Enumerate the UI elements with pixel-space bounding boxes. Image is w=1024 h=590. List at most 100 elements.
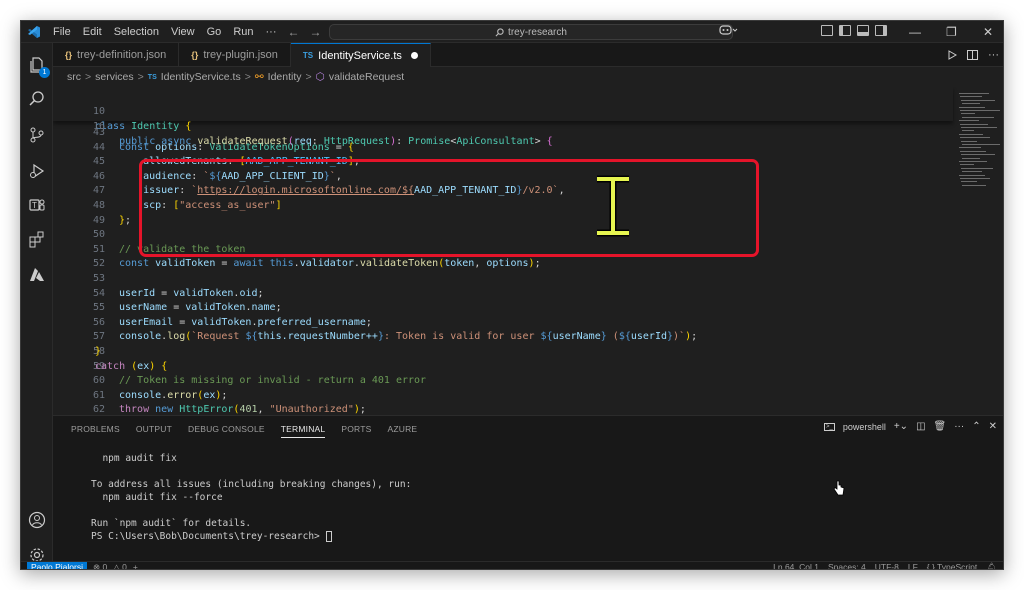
line-number: 48 [92, 200, 105, 211]
terminal-prompt-line[interactable]: PS C:\Users\Bob\Documents\trey-research> [91, 530, 332, 543]
line-number: 46 [92, 170, 105, 182]
code-text: userId = validToken.oid; [119, 287, 264, 299]
tab-debug-console[interactable]: DEBUG CONSOLE [188, 424, 265, 438]
tab-output[interactable]: OUTPUT [136, 424, 172, 438]
back-arrow-icon[interactable]: ← [283, 25, 305, 39]
minimap-line [960, 123, 988, 125]
code-line: 58} [53, 344, 953, 359]
azure-icon[interactable] [27, 265, 47, 285]
status-warnings[interactable]: △ 0 [113, 562, 127, 569]
command-center-search[interactable]: trey-research [329, 24, 733, 40]
notifications-bell-icon[interactable]: 🔔︎ [986, 562, 997, 569]
accounts-icon[interactable] [27, 510, 47, 530]
explorer-icon[interactable]: 1 [27, 55, 50, 78]
run-file-icon[interactable] [947, 50, 957, 60]
customize-layout-icon[interactable] [821, 25, 833, 36]
unsaved-dot-icon[interactable] [410, 52, 418, 59]
status-add[interactable]: + [133, 562, 138, 569]
menu-more[interactable]: ··· [260, 21, 283, 43]
toggle-secondary-sidebar-icon[interactable] [875, 25, 887, 36]
tab-problems[interactable]: PROBLEMS [71, 424, 120, 438]
minimap-line [959, 147, 981, 149]
encoding[interactable]: UTF-8 [875, 562, 899, 569]
close-button[interactable]: ✕ [983, 21, 993, 43]
menu-selection[interactable]: Selection [108, 21, 165, 43]
menu-file[interactable]: File [47, 21, 77, 43]
layout-controls [821, 25, 887, 36]
line-ending[interactable]: LF [908, 562, 918, 569]
tab-trey-definition[interactable]: {} trey-definition.json [53, 43, 180, 67]
breadcrumb-class[interactable]: Identity [268, 71, 302, 83]
code-line: 62 throw new HttpError(401, "Unauthorized… [53, 402, 953, 415]
line-number: 60 [92, 375, 105, 387]
minimize-button[interactable]: — [909, 21, 921, 43]
line-number: 61 [92, 389, 105, 401]
copilot-icon[interactable] [719, 24, 739, 39]
forward-arrow-icon[interactable]: → [305, 25, 327, 39]
language-mode[interactable]: { } TypeScript [927, 562, 977, 569]
highlight-annotation-box [139, 159, 759, 257]
code-line: 57 console.log(`Request ${this.requestNum… [53, 329, 953, 344]
source-control-icon[interactable] [27, 125, 47, 145]
terminal-line: npm audit fix --force [91, 492, 223, 503]
tab-ports[interactable]: PORTS [341, 424, 371, 438]
minimap[interactable] [957, 87, 1003, 415]
teams-toolkit-icon[interactable]: T [27, 195, 47, 215]
line-number: 47 [92, 185, 105, 197]
toggle-panel-icon[interactable] [857, 25, 869, 36]
split-terminal-icon[interactable]: ◫ [916, 421, 925, 432]
tab-trey-plugin[interactable]: {} trey-plugin.json [179, 43, 291, 67]
minimap-line [960, 150, 986, 152]
breadcrumb-separator: > [137, 71, 144, 83]
status-user[interactable]: Paolo Pialorsi [27, 562, 87, 569]
split-editor-icon[interactable] [967, 50, 978, 60]
tab-terminal[interactable]: TERMINAL [280, 424, 326, 438]
menu-go[interactable]: Go [201, 21, 228, 43]
breadcrumb-file[interactable]: IdentityService.ts [161, 71, 241, 83]
breadcrumb-services[interactable]: services [95, 71, 134, 83]
minimap-line [962, 116, 994, 118]
line-number: 56 [92, 316, 105, 328]
code-text: const validToken = await this.validator.… [119, 258, 541, 270]
new-terminal-icon[interactable]: +⌄ [894, 421, 908, 432]
close-panel-icon[interactable]: ✕ [989, 421, 997, 432]
more-actions-icon[interactable]: ··· [988, 49, 999, 61]
terminal-line: To address all issues (including breakin… [91, 479, 412, 490]
kill-terminal-icon[interactable]: 🗑 [934, 421, 947, 432]
line-number: 50 [92, 229, 105, 241]
tab-identity-service[interactable]: TS IdentityService.ts [290, 43, 431, 67]
extensions-icon[interactable] [27, 229, 47, 249]
terminal-line: Run `npm audit` for details. [91, 518, 252, 529]
shell-name[interactable]: powershell [843, 422, 886, 432]
tab-azure[interactable]: AZURE [387, 424, 417, 438]
line-number: 55 [92, 302, 105, 314]
breadcrumb-src[interactable]: src [67, 71, 81, 83]
tab-label: trey-plugin.json [203, 49, 278, 61]
toggle-sidebar-icon[interactable] [839, 25, 851, 36]
line-number: 51 [92, 243, 105, 255]
code-text: catch (ex) { [95, 360, 168, 372]
run-debug-icon[interactable] [27, 161, 47, 181]
typescript-file-icon: TS [302, 51, 314, 60]
menu-run[interactable]: Run [227, 21, 259, 43]
cursor-position[interactable]: Ln 64, Col 1 [773, 562, 819, 569]
title-bar: File Edit Selection View Go Run ··· ← → … [21, 21, 1003, 43]
sticky-scroll[interactable]: 10 class Identity { 16 public async vali… [53, 87, 953, 147]
maximize-panel-icon[interactable]: ⌃ [972, 421, 980, 432]
status-errors[interactable]: ⊗ 0 [93, 562, 107, 569]
more-icon[interactable]: ··· [954, 421, 964, 432]
menu-view[interactable]: View [165, 21, 201, 43]
breadcrumb-method[interactable]: validateRequest [329, 71, 404, 83]
code-text: userEmail = validToken.preferred_usernam… [119, 316, 372, 328]
search-icon[interactable] [27, 89, 47, 109]
code-line: 53 [53, 271, 953, 286]
minimap-line [959, 161, 987, 162]
code-editor[interactable]: 10 class Identity { 16 public async vali… [53, 87, 1003, 415]
minimap-line [960, 178, 990, 179]
menu-edit[interactable]: Edit [77, 21, 108, 43]
breadcrumb-separator: > [305, 71, 312, 83]
indentation[interactable]: Spaces: 4 [828, 562, 866, 569]
status-right: Ln 64, Col 1 Spaces: 4 UTF-8 LF { } Type… [773, 562, 997, 569]
restore-button[interactable]: ❐ [946, 21, 957, 43]
minimap-line [960, 137, 990, 139]
